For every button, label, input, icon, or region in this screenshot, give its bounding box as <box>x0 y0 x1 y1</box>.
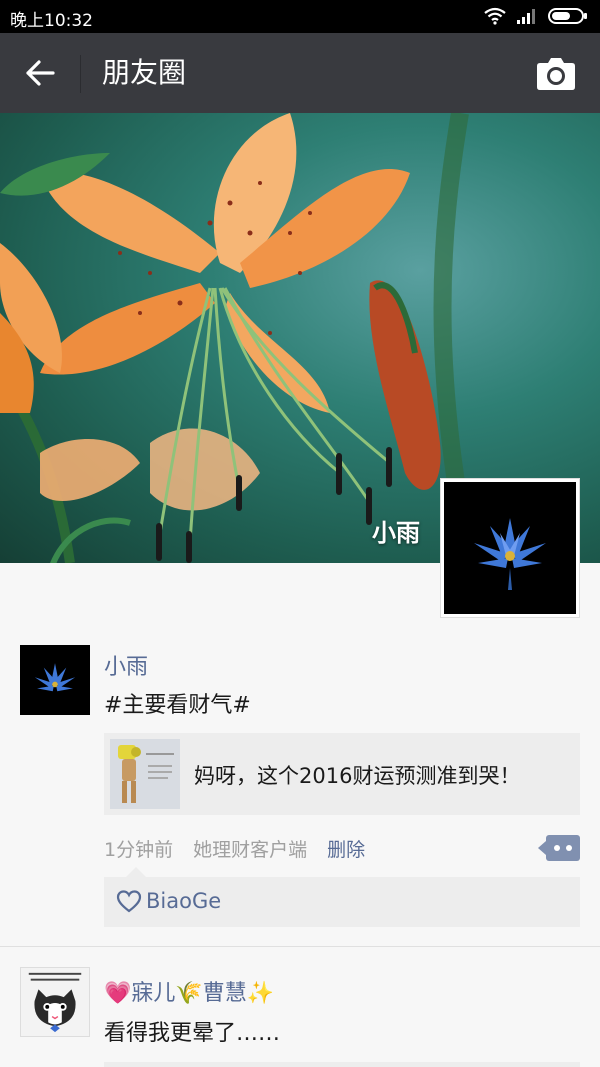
heart-icon <box>116 890 142 913</box>
post-divider <box>0 946 600 947</box>
delete-button[interactable]: 删除 <box>327 835 365 862</box>
status-icons <box>484 7 588 25</box>
blue-lotus-icon <box>34 663 76 692</box>
post-source[interactable]: 她理财客户端 <box>193 835 307 862</box>
post-author-avatar[interactable] <box>20 645 90 715</box>
post-panel-edge <box>104 1062 580 1067</box>
post-author-name[interactable]: 小雨 <box>104 649 148 681</box>
signal-icon <box>517 9 535 24</box>
cat-avatar-image <box>21 968 89 1036</box>
nav-bar: 朋友圈 <box>0 33 600 113</box>
cover-user-name: 小雨 <box>372 519 420 547</box>
likes-panel: BiaoGe <box>104 867 580 927</box>
back-arrow-icon <box>26 60 55 86</box>
battery-icon <box>548 8 587 24</box>
blue-lotus-icon <box>474 518 546 590</box>
more-dot-icon <box>554 845 560 851</box>
wifi-icon <box>484 7 506 25</box>
link-thumbnail <box>110 739 180 809</box>
camera-icon[interactable] <box>536 55 576 91</box>
more-dot-icon <box>566 845 572 851</box>
post-text: #主要看财气# <box>104 693 251 718</box>
page-title: 朋友圈 <box>102 56 187 89</box>
status-bar: 晚上10:32 <box>0 0 600 33</box>
nav-divider <box>80 55 81 93</box>
post-time: 1分钟前 <box>104 839 174 861</box>
post-meta: 1分钟前 她理财客户端 删除 <box>104 835 365 862</box>
comment-like-menu-button[interactable] <box>538 835 580 861</box>
post-author-name[interactable]: 💗寐儿🌾曹慧✨ <box>104 975 274 1007</box>
profile-avatar[interactable] <box>440 478 580 618</box>
shared-link-card[interactable]: 妈呀，这个2016财运预测准到哭！ <box>104 733 580 815</box>
link-title: 妈呀，这个2016财运预测准到哭！ <box>194 764 521 788</box>
status-time: 晚上10:32 <box>10 11 93 31</box>
post-text: 看得我更晕了…… <box>104 1021 281 1046</box>
post-author-avatar[interactable] <box>20 967 90 1037</box>
liker-name[interactable]: BiaoGe <box>146 889 221 913</box>
back-button[interactable] <box>20 53 60 93</box>
wooden-figure-image <box>110 739 180 809</box>
